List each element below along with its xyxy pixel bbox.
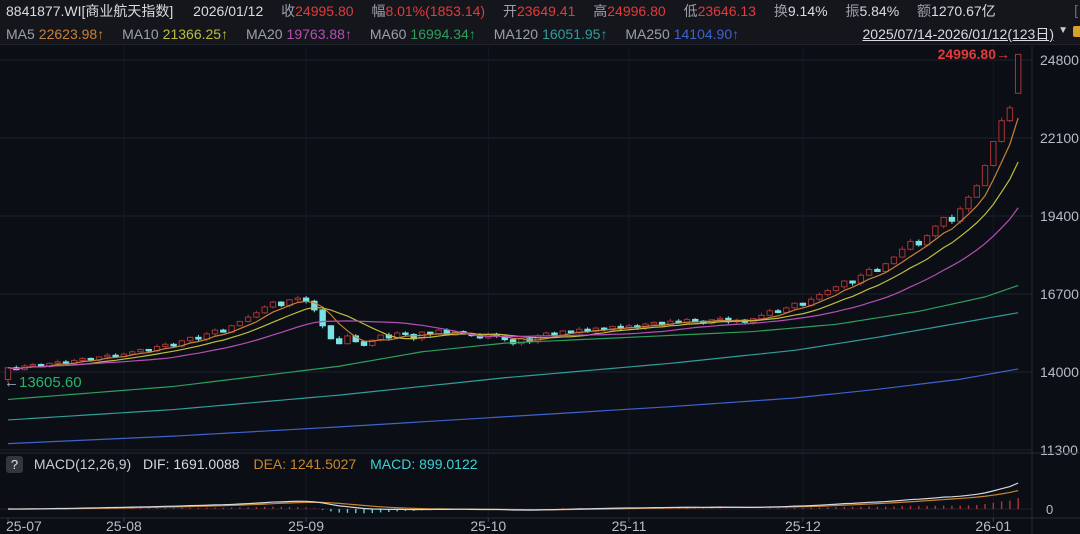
x-axis-tick: 25-07	[6, 518, 42, 534]
macd-name: MACD(12,26,9)	[34, 456, 131, 472]
quote-date: 2026/01/12	[193, 3, 263, 19]
y-axis-tick: 14000	[1040, 364, 1079, 380]
instrument-title: 8841877.WI[商业航天指数]	[6, 3, 173, 19]
ma120-label: MA120	[494, 26, 538, 42]
quote-header: 8841877.WI[商业航天指数] 2026/01/12 收24995.80 …	[0, 0, 1080, 23]
ma-line-MA60	[8, 285, 1018, 399]
ma-line-MA10	[8, 162, 1018, 369]
help-icon[interactable]: ?	[6, 456, 23, 473]
ma-line-MA120	[8, 313, 1018, 420]
dif-value: 1691.0088	[173, 456, 239, 472]
ma-line-MA250	[8, 369, 1018, 444]
turnover-label: 换	[774, 3, 788, 19]
x-axis-tick: 25-11	[612, 518, 647, 534]
date-range-selector[interactable]: 2025/07/14-2026/01/12(123日)	[863, 24, 1054, 44]
low-label: 低	[684, 3, 698, 19]
ma60-label: MA60	[370, 26, 407, 42]
ma5-value: 22623.98↑	[39, 26, 104, 42]
dif-label: DIF:	[143, 456, 169, 472]
macd-zero-tick: 0	[1046, 502, 1053, 517]
macd-label: MACD:	[370, 456, 415, 472]
amount-value: 1270.67亿	[931, 3, 996, 19]
change-value: 8.01%(1853.14)	[385, 3, 485, 19]
y-axis-tick: 16700	[1040, 286, 1079, 302]
panel-bracket-icon: [	[1074, 2, 1078, 18]
amplitude-label: 振	[845, 3, 859, 19]
ma60-value: 16994.34↑	[410, 26, 475, 42]
ma10-value: 21366.25↑	[163, 26, 228, 42]
ma20-label: MA20	[246, 26, 283, 42]
y-axis-tick: 11300	[1040, 442, 1078, 458]
high-value: 24996.80	[607, 3, 665, 19]
ma-line-MA5	[8, 118, 1018, 369]
dea-label: DEA:	[253, 456, 286, 472]
dea-value: 1241.5027	[290, 456, 356, 472]
high-label: 高	[593, 3, 607, 19]
grid-layer: 24800 22100 19400 16700 14000 11300	[0, 46, 1079, 518]
ma-lines-layer	[8, 118, 1018, 444]
chart-canvas[interactable]: 24800 22100 19400 16700 14000 11300 0 25-07 25-0…	[0, 0, 1080, 534]
x-axis-tick: 25-12	[785, 518, 821, 534]
amplitude-value: 5.84%	[859, 3, 899, 19]
open-value: 23649.41	[517, 3, 575, 19]
corner-tool-icon[interactable]	[1073, 26, 1080, 37]
period-high-annotation: 24996.80→	[938, 46, 1010, 62]
x-axis-tick: 26-01	[975, 518, 1011, 534]
y-axis-tick: 19400	[1040, 208, 1079, 224]
y-axis-tick: 24800	[1040, 52, 1079, 68]
x-axis-tick: 25-08	[106, 518, 142, 534]
change-label: 幅	[371, 3, 385, 19]
ma5-label: MA5	[6, 26, 35, 42]
left-arrow-icon: ←	[4, 374, 19, 391]
ma250-value: 14104.90↑	[674, 26, 739, 42]
macd-value: 899.0122	[419, 456, 477, 472]
amount-label: 额	[917, 3, 931, 19]
ma10-label: MA10	[122, 26, 159, 42]
x-axis-tick: 25-09	[288, 518, 324, 534]
low-value: 23646.13	[698, 3, 756, 19]
ma250-label: MA250	[625, 26, 669, 42]
macd-legend: ? MACD(12,26,9) DIF: 1691.0088 DEA: 1241…	[6, 456, 478, 473]
ma120-value: 16051.95↑	[542, 26, 607, 42]
x-axis-tick: 25-10	[470, 518, 506, 534]
chevron-down-icon[interactable]: ▼	[1058, 25, 1068, 36]
macd-layer: 0	[0, 483, 1053, 517]
candles-layer	[5, 54, 1021, 383]
open-label: 开	[503, 3, 517, 19]
close-value: 24995.80	[295, 3, 353, 19]
dif-line	[8, 483, 1018, 510]
ma20-value: 19763.88↑	[287, 26, 352, 42]
turnover-value: 9.14%	[788, 3, 828, 19]
period-low-annotation: ←13605.60	[4, 374, 82, 391]
close-label: 收	[281, 3, 295, 19]
y-axis-tick: 22100	[1040, 130, 1079, 146]
chart-window: 24800 22100 19400 16700 14000 11300 0 25-07 25-0…	[0, 0, 1080, 534]
period-low-value: 13605.60	[19, 374, 82, 391]
